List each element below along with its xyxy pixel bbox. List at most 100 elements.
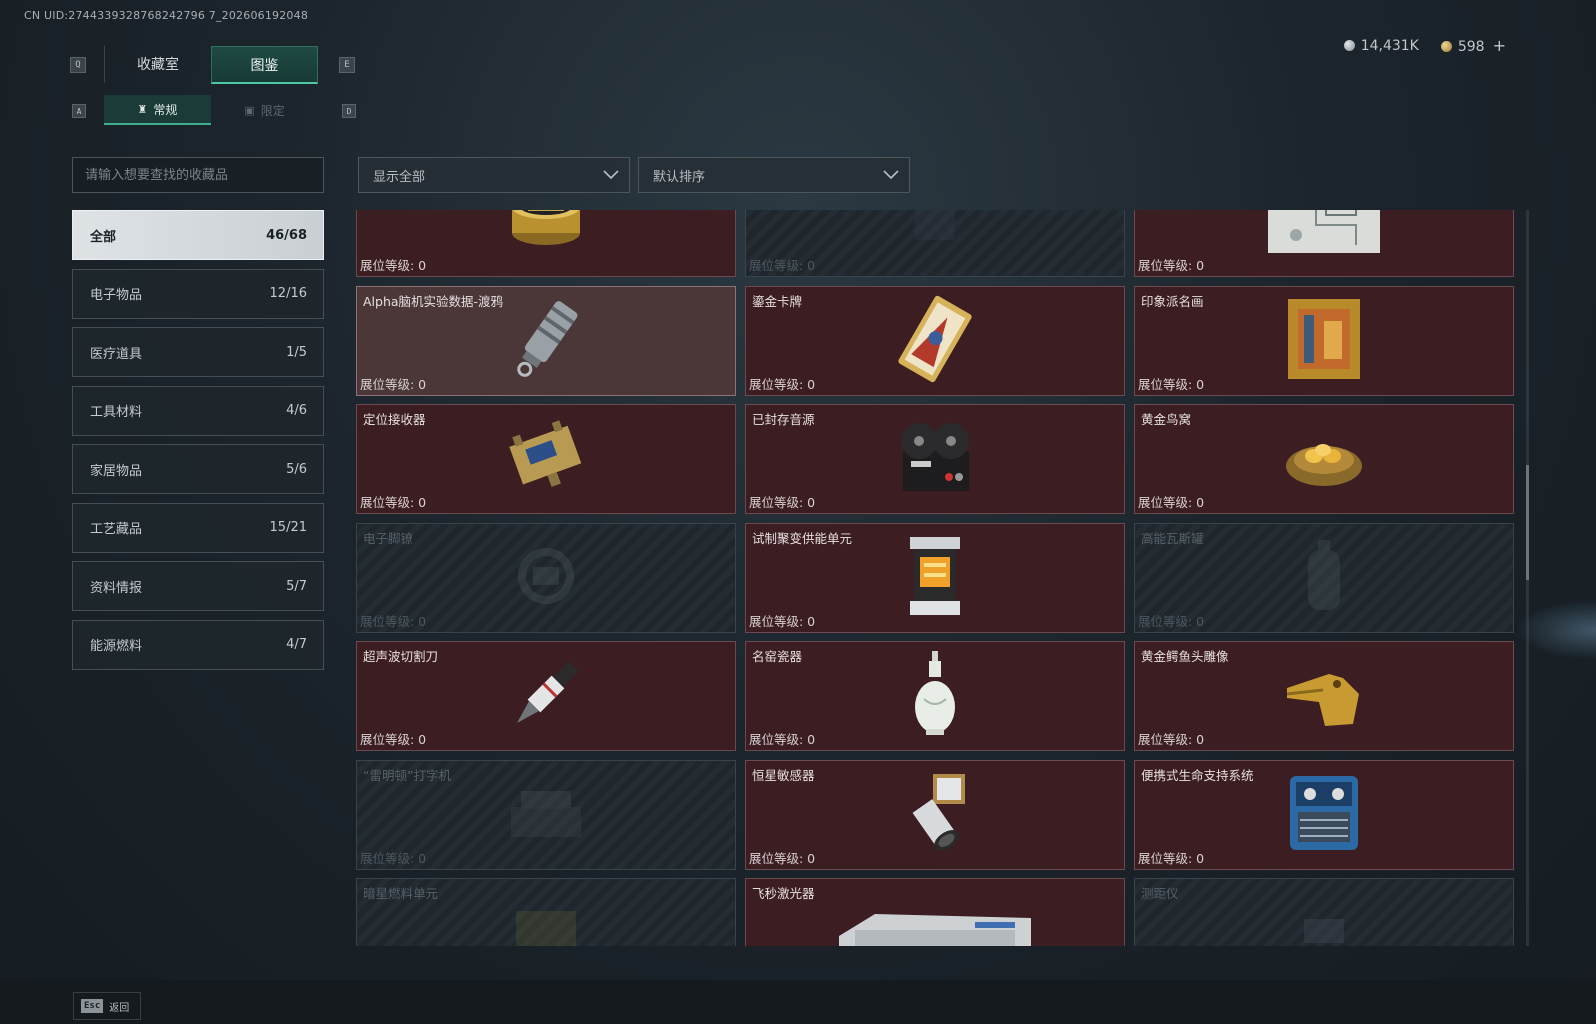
card-name: 测距仪 [1141,886,1179,901]
card-level: 展位等级: 0 [1138,732,1205,747]
card-name: “雷明顿”打字机 [363,767,451,783]
add-currency-button[interactable]: + [1493,36,1506,55]
card-level: 展位等级: 0 [360,613,427,629]
collection-card[interactable]: 已封存音源 展位等级: 0 [745,404,1125,514]
ultrasonic-knife-icon [501,649,591,743]
card-name: 试制聚变供能单元 [752,530,853,546]
silver-coin-icon [1343,39,1355,51]
card-name: 便携式生命支持系统 [1141,767,1254,783]
collection-grid-viewport[interactable]: 展位等级: 0 展位等级: 0 展位等级: 0 Alpha脑机实验数据-渡鸦 展位等级:… [356,210,1520,946]
collection-card[interactable]: 展位等级: 0 [745,210,1125,277]
collection-card[interactable]: 测距仪 [1134,878,1514,946]
category-crafts[interactable]: 工艺藏品 15/21 [72,502,324,553]
chevron-down-icon [603,170,619,180]
collection-card[interactable]: “雷明顿”打字机 展位等级: 0 [356,759,736,870]
card-level: 展位等级: 0 [1138,376,1205,392]
collection-card[interactable]: Alpha脑机实验数据-渡鸦 展位等级: 0 [356,285,736,396]
card-level: 展位等级: 0 [1138,850,1205,866]
caviar-tin-icon [506,210,586,259]
main-tabs: 收藏室 图鉴 [104,46,318,84]
card-level: 展位等级: 0 [360,732,427,747]
key-hint-e: E [339,57,355,73]
card-level: 展位等级: 0 [749,613,816,629]
data-capsule-icon [501,294,591,388]
uid-label: CN UID:2744339328768242796 7_20260619204… [24,9,309,22]
tab-catalog[interactable]: 图鉴 [211,46,318,84]
category-electronics[interactable]: 电子物品 12/16 [72,268,324,319]
collection-card[interactable]: 超声波切割刀 展位等级: 0 [356,641,736,751]
card-name: 电子脚镣 [363,530,414,546]
collection-card[interactable]: 试制聚变供能单元 展位等级: 0 [745,522,1125,633]
collection-card[interactable]: 名窑瓷器 展位等级: 0 [745,641,1125,751]
star-sensor-icon [895,768,975,862]
card-name: 飞秒激光器 [752,886,815,901]
gilded-card-icon [890,294,980,388]
blank-icon [905,210,965,254]
subtab-regular[interactable]: ♜ 常规 [104,95,211,125]
category-intel[interactable]: 资料情报 5/7 [72,561,324,611]
croc-statue-icon [1279,654,1369,738]
golden-nest-icon [1282,422,1366,496]
gold-balance: 598 + [1440,36,1506,55]
category-medical[interactable]: 医疗道具 1/5 [72,327,324,377]
gold-coin-icon [1440,41,1452,52]
key-hint-a: A [72,104,86,118]
tab-collection-room[interactable]: 收藏室 [104,46,211,84]
collection-card[interactable]: 展位等级: 0 [356,210,736,277]
category-all[interactable]: 全部 46/68 [72,210,324,260]
category-tools[interactable]: 工具材料 4/6 [72,385,324,436]
card-level: 展位等级: 0 [1138,258,1205,273]
card-level: 展位等级: 0 [1138,613,1205,629]
fuel-unit-icon [506,901,586,946]
card-level: 展位等级: 0 [360,376,427,392]
card-name: 暗星燃料单元 [363,886,439,901]
grid-scrollbar[interactable] [1526,210,1529,946]
chevron-down-icon [883,170,899,180]
card-name: 印象派名画 [1141,293,1204,309]
card-level: 展位等级: 0 [749,495,816,510]
porcelain-vase-icon [910,649,960,743]
framed-painting-icon [1286,297,1362,385]
key-hint-q: Q [70,57,86,73]
card-name: 高能瓦斯罐 [1141,530,1204,546]
category-fuel[interactable]: 能源燃料 4/7 [72,619,324,670]
collection-card[interactable]: 恒星敏感器展位等级: 0 [745,759,1125,870]
sort-dropdown[interactable]: 默认排序 [638,157,910,193]
card-level: 展位等级: 0 [360,258,427,273]
search-input[interactable] [72,157,324,193]
card-name: 恒星敏感器 [752,767,815,783]
collection-card[interactable]: 展位等级: 0 [1134,210,1514,277]
sub-tabs: ♜ 常规 ▣ 限定 [104,95,318,125]
collection-card[interactable]: 印象派名画展位等级: 0 [1134,285,1514,396]
card-level: 展位等级: 0 [749,376,816,392]
collection-grid: 展位等级: 0 展位等级: 0 展位等级: 0 Alpha脑机实验数据-渡鸦 展位等级:… [356,210,1514,946]
map-blueprint-icon [1266,210,1382,259]
collection-card[interactable]: 飞秒激光器 [745,878,1125,946]
collection-card[interactable]: 鎏金卡牌 展位等级: 0 [745,285,1125,396]
laser-device-icon [835,896,1035,946]
collection-card[interactable]: 黄金鳄鱼头雕像 展位等级: 0 [1134,641,1514,751]
card-name: 名窑瓷器 [752,649,803,664]
back-button[interactable]: Esc 返回 [73,992,141,1020]
subtab-limited[interactable]: ▣ 限定 [211,95,318,125]
category-household[interactable]: 家居物品 5/6 [72,444,324,494]
card-name: Alpha脑机实验数据-渡鸦 [363,293,504,309]
bottom-bar [0,980,1596,1024]
rangefinder-icon [1294,901,1354,946]
collection-card[interactable]: 定位接收器 展位等级: 0 [356,404,736,514]
typewriter-icon [501,783,591,847]
scrollbar-thumb[interactable] [1526,465,1529,580]
collection-card[interactable]: 高能瓦斯罐展位等级: 0 [1134,522,1514,633]
card-name: 超声波切割刀 [363,649,439,664]
reel-recorder-icon [893,417,977,501]
receiver-icon [501,417,591,501]
collection-card[interactable]: 便携式生命支持系统 展位等级: 0 [1134,759,1514,870]
card-level: 展位等级: 0 [749,850,816,866]
collection-card[interactable]: 黄金鸟窝 展位等级: 0 [1134,404,1514,514]
collection-card[interactable]: 电子脚镣展位等级: 0 [356,522,736,633]
collection-card[interactable]: 暗星燃料单元 [356,878,736,946]
filter-dropdown[interactable]: 显示全部 [358,157,630,193]
rook-icon: ♜ [137,102,148,116]
gas-tank-icon [1294,536,1354,620]
card-level: 展位等级: 0 [360,850,427,866]
